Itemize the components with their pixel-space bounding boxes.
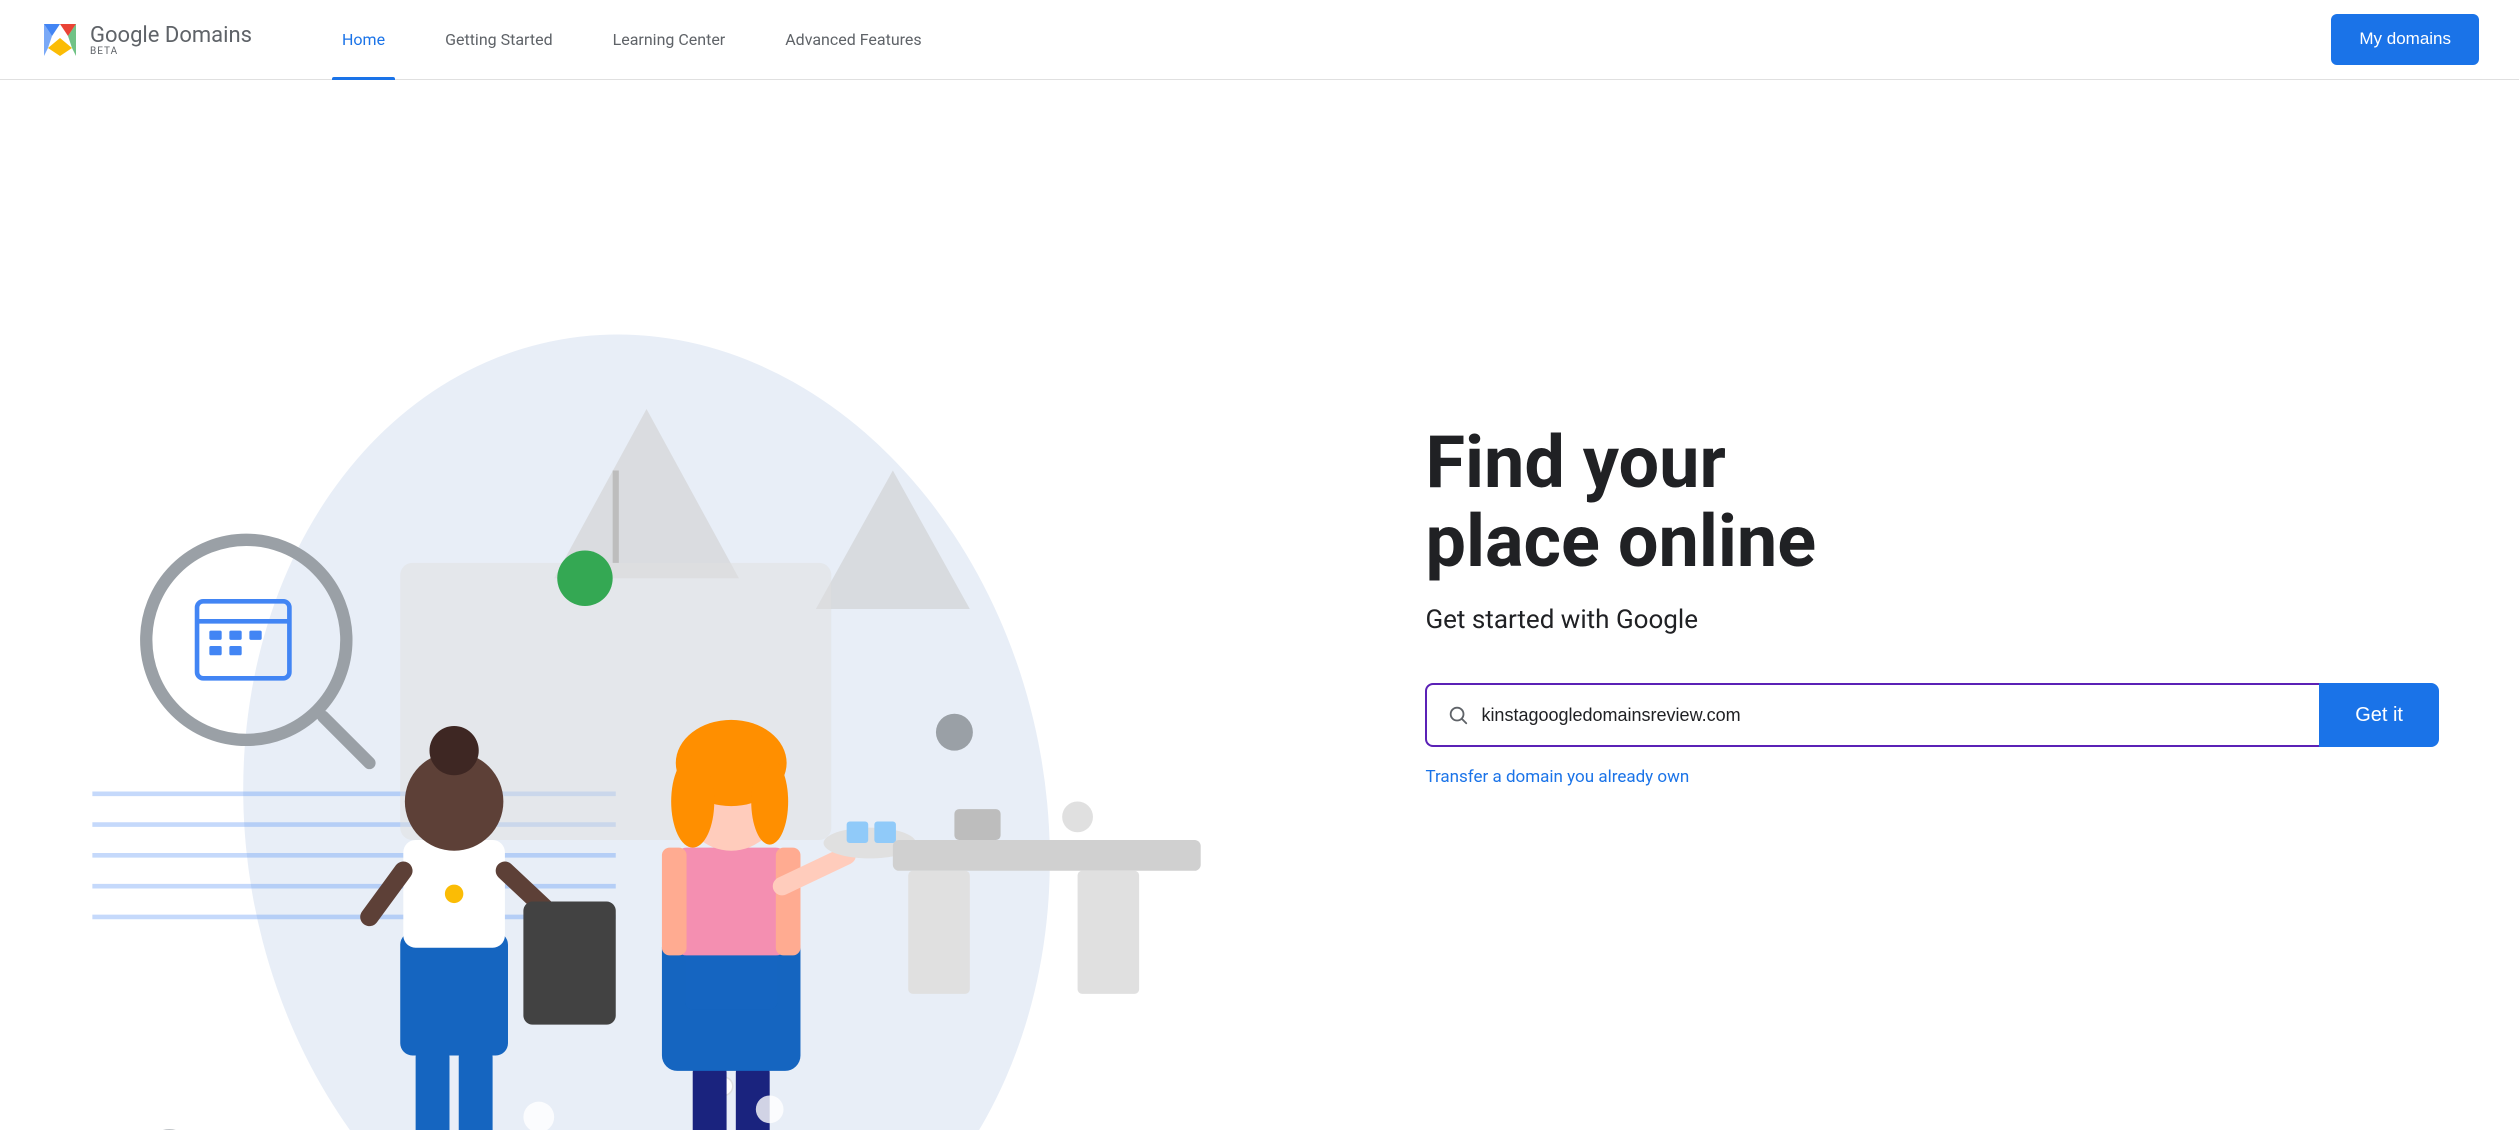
logo-text: Google Domains BETA (90, 23, 252, 57)
search-box (1425, 683, 2319, 747)
main-content: Find your place online Get started with … (0, 80, 2519, 1130)
illustration-svg (0, 255, 1385, 1130)
hero-headline: Find your place online (1425, 423, 2439, 581)
search-area: Get it (1425, 683, 2439, 747)
hero-content: Find your place online Get started with … (1385, 363, 2519, 847)
domain-search-input[interactable] (1481, 705, 2299, 726)
logo: Google Domains BETA (40, 20, 252, 60)
nav-advanced-features[interactable]: Advanced Features (755, 0, 951, 80)
header: Google Domains BETA Home Getting Started… (0, 0, 2519, 80)
transfer-domain-link[interactable]: Transfer a domain you already own (1425, 767, 1689, 787)
nav-learning-center[interactable]: Learning Center (583, 0, 756, 80)
search-icon (1447, 704, 1469, 726)
hero-subtitle: Get started with Google (1425, 605, 2439, 635)
hero-illustration (0, 255, 1385, 955)
nav-getting-started[interactable]: Getting Started (415, 0, 583, 80)
beta-badge: BETA (90, 46, 252, 57)
google-logo-icon (40, 20, 80, 60)
main-nav: Home Getting Started Learning Center Adv… (312, 0, 2331, 80)
logo-name: Google Domains (90, 23, 252, 48)
nav-home[interactable]: Home (312, 0, 415, 80)
get-it-button[interactable]: Get it (2319, 683, 2439, 747)
my-domains-button[interactable]: My domains (2331, 14, 2479, 64)
